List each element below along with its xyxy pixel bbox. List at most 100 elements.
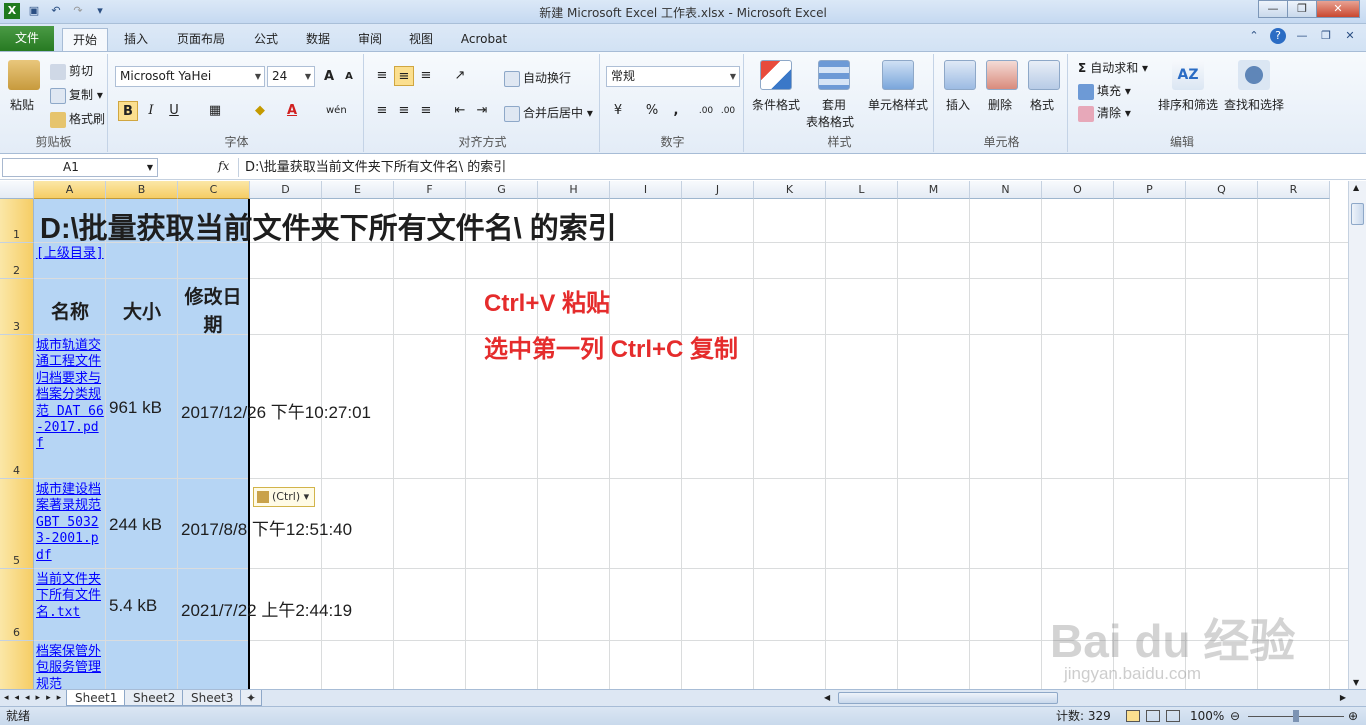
vertical-scrollbar[interactable]: ▲ ▼ bbox=[1348, 181, 1366, 689]
collapse-ribbon-icon[interactable]: ⌃ bbox=[1246, 28, 1262, 44]
file-size[interactable]: 244 kB bbox=[109, 515, 162, 535]
border-icon[interactable]: ▦ bbox=[205, 101, 225, 121]
bold-button[interactable]: B bbox=[118, 101, 138, 121]
column-header[interactable]: H bbox=[538, 181, 610, 199]
header-size[interactable]: 大小 bbox=[106, 297, 178, 324]
row-header[interactable]: 5 bbox=[0, 479, 34, 569]
file-link[interactable]: 城市轨道交通工程文件归档要求与档案分类规范 DAT 66-2017.pdf bbox=[36, 338, 104, 453]
column-header[interactable]: P bbox=[1114, 181, 1186, 199]
sort-filter-button[interactable]: 排序和筛选 bbox=[1158, 96, 1218, 113]
page-layout-view-icon[interactable] bbox=[1146, 710, 1160, 722]
zoom-in-icon[interactable]: ⊕ bbox=[1348, 707, 1358, 725]
delete-cells-icon[interactable] bbox=[986, 60, 1018, 90]
header-modified[interactable]: 修改日期 bbox=[178, 284, 248, 340]
scroll-up-icon[interactable]: ▲ bbox=[1353, 183, 1359, 192]
tab-insert[interactable]: 插入 bbox=[114, 28, 158, 51]
grow-font-button[interactable]: A bbox=[319, 67, 339, 87]
align-middle-icon[interactable]: ≡ bbox=[394, 66, 414, 86]
decrease-indent-icon[interactable]: ⇤ bbox=[450, 101, 470, 121]
zoom-slider-thumb[interactable] bbox=[1293, 710, 1299, 722]
maximize-button[interactable]: ❐ bbox=[1287, 0, 1317, 18]
file-link[interactable]: 城市建设档案著录规范 GBT 50323-2001.pdf bbox=[36, 482, 104, 564]
font-name-combo[interactable]: Microsoft YaHei ▼ bbox=[115, 66, 265, 87]
help-icon[interactable]: ? bbox=[1270, 28, 1286, 44]
column-header[interactable]: J bbox=[682, 181, 754, 199]
scroll-right-icon[interactable]: ▶ bbox=[1340, 690, 1346, 706]
parent-directory-link[interactable]: [上级目录] bbox=[36, 246, 104, 262]
paste-button[interactable]: 粘贴 bbox=[10, 96, 34, 113]
tab-home[interactable]: 开始 bbox=[62, 28, 108, 51]
column-header[interactable]: F bbox=[394, 181, 466, 199]
minimize-button[interactable]: — bbox=[1258, 0, 1288, 18]
align-left-icon[interactable]: ≡ bbox=[372, 101, 392, 121]
sheet-nav-icons[interactable]: ◂◂◂▸▸▸ bbox=[4, 690, 67, 706]
row-header[interactable]: 4 bbox=[0, 335, 34, 479]
format-cells-button[interactable]: 格式 bbox=[1030, 96, 1054, 113]
file-date[interactable]: 2021/7/22 上午2:44:19 bbox=[181, 596, 352, 621]
paste-options-button[interactable]: (Ctrl) ▾ bbox=[253, 487, 315, 507]
format-cells-icon[interactable] bbox=[1028, 60, 1060, 90]
increase-decimal-button[interactable]: .00 bbox=[696, 101, 716, 121]
number-format-combo[interactable]: 常规 ▼ bbox=[606, 66, 740, 87]
file-size[interactable]: 961 kB bbox=[109, 398, 162, 418]
scroll-left-icon[interactable]: ◀ bbox=[824, 690, 830, 706]
align-bottom-icon[interactable]: ≡ bbox=[416, 66, 436, 86]
column-header[interactable]: E bbox=[322, 181, 394, 199]
font-size-combo[interactable]: 24 ▼ bbox=[267, 66, 315, 87]
column-header[interactable]: B bbox=[106, 181, 178, 199]
comma-button[interactable]: , bbox=[666, 101, 686, 121]
format-painter-button[interactable]: 格式刷 bbox=[50, 110, 105, 128]
row-header[interactable]: 6 bbox=[0, 569, 34, 641]
clear-button[interactable]: 清除 ▾ bbox=[1078, 104, 1131, 122]
underline-button[interactable]: U bbox=[164, 101, 184, 121]
delete-cells-button[interactable]: 删除 bbox=[988, 96, 1012, 113]
column-header[interactable]: O bbox=[1042, 181, 1114, 199]
file-date[interactable]: 2017/12/26 下午10:27:01 bbox=[181, 398, 371, 423]
tab-acrobat[interactable]: Acrobat bbox=[452, 28, 516, 51]
table-format-label-1[interactable]: 套用 bbox=[822, 96, 846, 113]
file-size[interactable]: 5.4 kB bbox=[109, 596, 157, 616]
cell-styles-button[interactable]: 单元格样式 bbox=[868, 96, 928, 113]
close-workbook-icon[interactable]: ✕ bbox=[1342, 28, 1358, 44]
align-top-icon[interactable]: ≡ bbox=[372, 66, 392, 86]
copy-button[interactable]: 复制 ▾ bbox=[50, 86, 103, 104]
conditional-format-button[interactable]: 条件格式 bbox=[752, 96, 800, 113]
insert-cells-button[interactable]: 插入 bbox=[946, 96, 970, 113]
sheet-tab-sheet2[interactable]: Sheet2 bbox=[124, 690, 185, 706]
column-header[interactable]: R bbox=[1258, 181, 1330, 199]
header-name[interactable]: 名称 bbox=[34, 297, 106, 324]
horizontal-scroll-thumb[interactable] bbox=[838, 692, 1058, 704]
table-format-label-2[interactable]: 表格格式 bbox=[806, 113, 854, 130]
column-header[interactable]: D bbox=[250, 181, 322, 199]
sheet-tab-sheet1[interactable]: Sheet1 bbox=[66, 690, 127, 706]
select-all-corner[interactable] bbox=[0, 181, 34, 199]
page-break-view-icon[interactable] bbox=[1166, 710, 1180, 722]
column-header[interactable]: Q bbox=[1186, 181, 1258, 199]
vertical-scroll-thumb[interactable] bbox=[1351, 203, 1364, 225]
normal-view-icon[interactable] bbox=[1126, 710, 1140, 722]
file-link[interactable]: 当前文件夹下所有文件名.txt bbox=[36, 572, 104, 621]
align-right-icon[interactable]: ≡ bbox=[416, 101, 436, 121]
row-header[interactable]: 2 bbox=[0, 243, 34, 279]
column-header[interactable]: I bbox=[610, 181, 682, 199]
align-center-icon[interactable]: ≡ bbox=[394, 101, 414, 121]
conditional-format-icon[interactable] bbox=[760, 60, 792, 90]
fill-button[interactable]: 填充 ▾ bbox=[1078, 82, 1131, 100]
horizontal-scrollbar[interactable]: ◀ ▶ bbox=[820, 690, 1350, 706]
percent-button[interactable]: % bbox=[642, 101, 662, 121]
table-format-icon[interactable] bbox=[818, 60, 850, 90]
row-header[interactable]: 1 bbox=[0, 199, 34, 243]
close-button[interactable]: ✕ bbox=[1316, 0, 1360, 18]
binoculars-icon[interactable] bbox=[1238, 60, 1270, 90]
cell-styles-icon[interactable] bbox=[882, 60, 914, 90]
insert-cells-icon[interactable] bbox=[944, 60, 976, 90]
sheet-tab-sheet3[interactable]: Sheet3 bbox=[182, 690, 243, 706]
column-header[interactable]: K bbox=[754, 181, 826, 199]
row-header[interactable]: 3 bbox=[0, 279, 34, 335]
decrease-decimal-button[interactable]: .00 bbox=[718, 101, 738, 121]
sort-filter-icon[interactable]: AZ bbox=[1172, 60, 1204, 90]
paste-icon[interactable] bbox=[8, 60, 40, 90]
tab-view[interactable]: 视图 bbox=[399, 28, 443, 51]
cell-a1-title[interactable]: D:\批量获取当前文件夹下所有文件名\ 的索引 bbox=[40, 205, 617, 247]
formula-input[interactable]: D:\批量获取当前文件夹下所有文件名\ 的索引 bbox=[238, 158, 1348, 177]
